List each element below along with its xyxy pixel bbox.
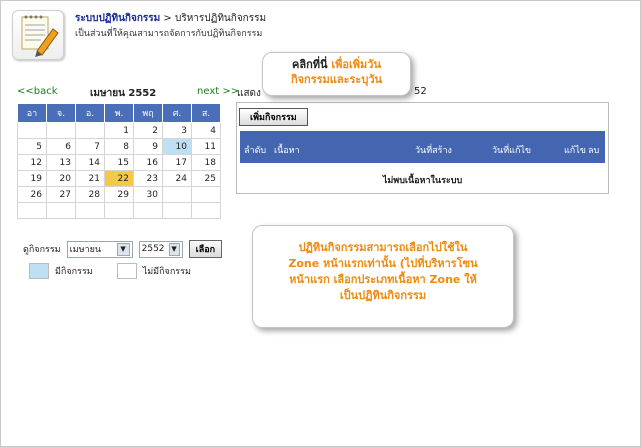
callout-top-strong: คลิกที่นี่ <box>292 58 328 71</box>
select-button[interactable]: เลือก <box>188 240 223 258</box>
calendar-day <box>46 122 76 139</box>
callout-top-orange: เพื่อเพิ่มวัน <box>327 58 381 71</box>
calendar-day <box>75 202 105 219</box>
callout-bottom-line: หน้าแรก เลือกประเภทเนื้อหา Zone ให้ <box>289 273 477 286</box>
calendar-week: 19 20 21 22 23 24 25 <box>17 170 221 187</box>
calendar-day-today[interactable]: 22 <box>104 170 134 187</box>
weekday-header: อา <box>17 103 47 123</box>
calendar-day[interactable]: 12 <box>17 154 47 171</box>
calendar-day[interactable]: 27 <box>46 186 76 203</box>
event-table-header: ลำดับ เนื้อหา วันที่สร้าง วันที่แก้ไข แก… <box>240 131 605 163</box>
calendar-day[interactable]: 23 <box>133 170 163 187</box>
callout-bottom-line: Zone หน้าแรกเท่านั้น (ไปที่บริหารโซน <box>288 257 478 270</box>
calendar-day[interactable]: 15 <box>104 154 134 171</box>
weekday-header: ศ. <box>162 103 192 123</box>
callout-zone-note: ปฏิทินกิจกรรมสามารถเลือกไปใช้ใน Zone หน้… <box>252 225 514 328</box>
calendar-day[interactable]: 25 <box>191 170 221 187</box>
legend-swatch-none <box>116 263 137 279</box>
chevron-down-icon: ▼ <box>116 242 130 256</box>
calendar-day <box>104 202 134 219</box>
calendar-day[interactable]: 2 <box>133 122 163 139</box>
breadcrumb: ระบบปฏิทินกิจกรรม > บริหารปฏิทินกิจกรรม <box>75 11 266 26</box>
callout-top-line2: กิจกรรมและระบุวัน <box>290 73 383 86</box>
calendar-day[interactable]: 9 <box>133 138 163 155</box>
calendar-day <box>162 186 192 203</box>
calendar-week: 1 2 3 4 <box>17 122 221 139</box>
month-select[interactable]: เมษายน ▼ <box>66 240 133 258</box>
calendar-day[interactable]: 28 <box>75 186 105 203</box>
legend-label-event: มีกิจกรรม <box>55 267 93 277</box>
calendar-day <box>191 202 221 219</box>
calendar-day[interactable]: 29 <box>104 186 134 203</box>
calendar-day[interactable]: 13 <box>46 154 76 171</box>
filter-bar: ดูกิจกรรม เมษายน ▼ 2552 ▼ เลือก <box>23 240 223 258</box>
callout-bottom-line: เป็นปฏิทินกิจกรรม <box>339 289 427 302</box>
calendar-legend: มีกิจกรรม ไม่มีกิจกรรม <box>29 263 191 279</box>
calendar-day <box>46 202 76 219</box>
calendar-grid: อา จ. อ. พ. พฤ ศ. ส. 1 2 3 4 5 6 7 8 9 1… <box>17 103 221 219</box>
chevron-down-icon: ▼ <box>168 242 180 256</box>
calendar-day[interactable]: 17 <box>162 154 192 171</box>
calendar-day[interactable]: 21 <box>75 170 105 187</box>
month-select-value: เมษายน <box>69 245 102 255</box>
weekday-header: ส. <box>191 103 221 123</box>
legend-swatch-event <box>29 263 49 279</box>
year-select[interactable]: 2552 ▼ <box>138 240 183 258</box>
calendar-day[interactable]: 19 <box>17 170 47 187</box>
calendar-day[interactable]: 26 <box>17 186 47 203</box>
callout-add-event: คลิกที่นี่ เพื่อเพิ่มวัน กิจกรรมและระบุว… <box>262 52 411 96</box>
calendar-day[interactable]: 20 <box>46 170 76 187</box>
calendar-day[interactable]: 4 <box>191 122 221 139</box>
next-link[interactable]: next >> <box>197 86 239 97</box>
calendar-week: 12 13 14 15 16 17 18 <box>17 154 221 171</box>
calendar-day[interactable]: 11 <box>191 138 221 155</box>
calendar-week <box>17 202 221 219</box>
calendar-day <box>133 202 163 219</box>
weekday-header: พ. <box>104 103 134 123</box>
col-order: ลำดับ <box>244 146 267 156</box>
calendar-day <box>191 186 221 203</box>
month-title: เมษายน 2552 <box>90 88 157 99</box>
calendar-day <box>17 202 47 219</box>
calendar-day[interactable]: 7 <box>75 138 105 155</box>
weekday-header: จ. <box>46 103 76 123</box>
calendar-day[interactable]: 6 <box>46 138 76 155</box>
calendar-day <box>17 122 47 139</box>
breadcrumb-link-calendar[interactable]: ระบบปฏิทินกิจกรรม <box>75 13 160 24</box>
calendar-day[interactable]: 5 <box>17 138 47 155</box>
calendar-day[interactable]: 1 <box>104 122 134 139</box>
calendar-day[interactable]: 3 <box>162 122 192 139</box>
col-delete: ลบ <box>588 146 600 156</box>
calendar-day[interactable]: 16 <box>133 154 163 171</box>
calendar-day[interactable]: 30 <box>133 186 163 203</box>
calendar-day <box>162 202 192 219</box>
calendar-week: 5 6 7 8 9 10 11 <box>17 138 221 155</box>
filter-label: ดูกิจกรรม <box>23 245 61 255</box>
col-created: วันที่สร้าง <box>415 146 452 156</box>
col-edit: แก้ไข <box>564 146 586 156</box>
back-link[interactable]: <<back <box>17 86 58 97</box>
col-content: เนื้อหา <box>274 146 300 156</box>
col-modified: วันที่แก้ไข <box>492 146 532 156</box>
calendar-day <box>75 122 105 139</box>
weekday-header: อ. <box>75 103 105 123</box>
calendar-week: 26 27 28 29 30 <box>17 186 221 203</box>
calendar-day[interactable]: 14 <box>75 154 105 171</box>
empty-message: ไม่พบเนื้อหาในระบบ <box>382 176 463 186</box>
show-label: แสดง <box>237 88 261 99</box>
callout-bottom-line: ปฏิทินกิจกรรมสามารถเลือกไปใช้ใน <box>298 241 468 254</box>
legend-label-none: ไม่มีกิจกรรม <box>142 267 191 277</box>
calendar-day-event[interactable]: 10 <box>162 138 192 155</box>
show-label-suffix: 52 <box>414 86 427 97</box>
calendar-day[interactable]: 8 <box>104 138 134 155</box>
page-subtitle: เป็นส่วนที่ให้คุณสามารถจัดการกับปฏิทินกิ… <box>75 29 263 39</box>
calendar-day[interactable]: 24 <box>162 170 192 187</box>
add-event-button[interactable]: เพิ่มกิจกรรม <box>239 108 308 126</box>
breadcrumb-separator: > <box>160 13 175 24</box>
weekday-header: พฤ <box>133 103 163 123</box>
notepad-pencil-icon <box>12 10 64 60</box>
calendar-day[interactable]: 18 <box>191 154 221 171</box>
year-select-value: 2552 <box>141 244 165 254</box>
breadcrumb-current: บริหารปฏิทินกิจกรรม <box>174 13 267 24</box>
